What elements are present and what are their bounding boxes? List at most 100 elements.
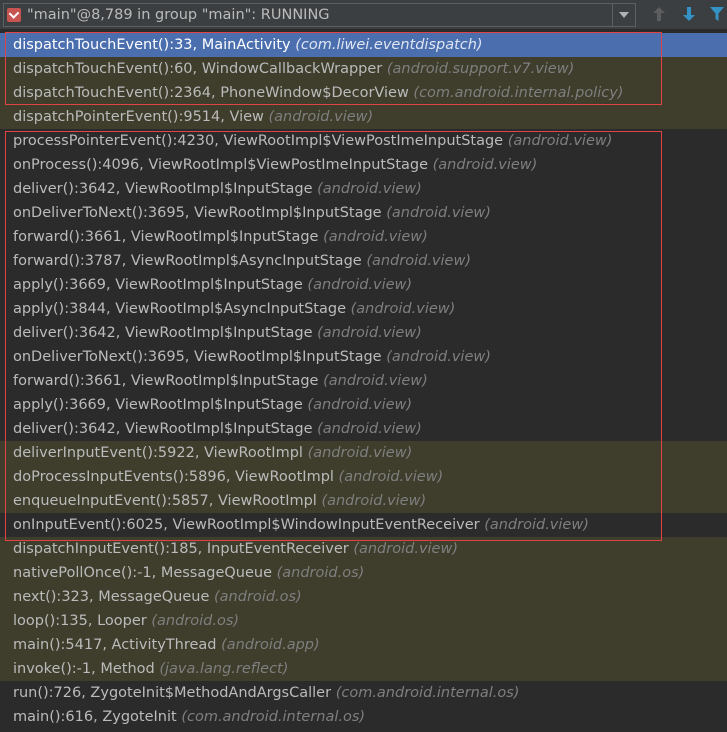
frame-package: (android.view) <box>484 517 589 533</box>
frame-method: deliver():3642, ViewRootImpl$InputStage <box>13 325 313 341</box>
stack-frame-row[interactable]: deliver():3642, ViewRootImpl$InputStage … <box>0 321 727 345</box>
arrow-up-icon <box>653 7 665 21</box>
arrow-down-icon <box>683 7 695 21</box>
frame-package: (android.view) <box>307 277 413 293</box>
filter-icon <box>710 7 724 21</box>
frame-package: (android.view) <box>317 325 422 341</box>
stack-frame-row[interactable]: dispatchInputEvent():185, InputEventRece… <box>0 537 727 561</box>
stack-frame-row[interactable]: dispatchTouchEvent():60, WindowCallbackW… <box>0 57 727 81</box>
stack-frame-row[interactable]: run():726, ZygoteInit$MethodAndArgsCalle… <box>0 681 727 705</box>
frame-package: (android.view) <box>307 445 413 461</box>
frame-method: apply():3669, ViewRootImpl$InputStage <box>13 397 303 413</box>
frame-method: main():5417, ActivityThread <box>13 637 217 653</box>
frame-package: (android.view) <box>317 181 422 197</box>
stack-frame-row[interactable]: apply():3669, ViewRootImpl$InputStage (a… <box>0 393 727 417</box>
stack-frame-row[interactable]: dispatchPointerEvent():9514, View (andro… <box>0 105 727 129</box>
frame-package: (android.app) <box>221 637 320 653</box>
stack-frame-row[interactable]: main():616, ZygoteInit (com.android.inte… <box>0 705 727 729</box>
frame-package: (android.support.v7.view) <box>386 61 575 77</box>
filter-frames-button[interactable] <box>709 6 725 22</box>
stack-frame-row[interactable]: next():323, MessageQueue (android.os) <box>0 585 727 609</box>
frame-method: doProcessInputEvents():5896, ViewRootImp… <box>13 469 334 485</box>
frame-method: onDeliverToNext():3695, ViewRootImpl$Inp… <box>13 205 382 221</box>
next-frame-button[interactable] <box>681 6 697 22</box>
frame-method: forward():3661, ViewRootImpl$InputStage <box>13 229 319 245</box>
frame-method: onInputEvent():6025, ViewRootImpl$Window… <box>13 517 480 533</box>
frame-method: deliver():3642, ViewRootImpl$InputStage <box>13 181 313 197</box>
stack-frame-row[interactable]: nativePollOnce():-1, MessageQueue (andro… <box>0 561 727 585</box>
frame-package: (com.android.internal.os) <box>335 685 520 701</box>
stack-frame-row[interactable]: forward():3661, ViewRootImpl$InputStage … <box>0 225 727 249</box>
stack-frame-row[interactable]: enqueueInputEvent():5857, ViewRootImpl (… <box>0 489 727 513</box>
frame-package: (android.view) <box>350 301 456 317</box>
stack-frame-row[interactable]: deliver():3642, ViewRootImpl$InputStage … <box>0 417 727 441</box>
stack-frame-row[interactable]: dispatchTouchEvent():2364, PhoneWindow$D… <box>0 81 727 105</box>
frames-list: dispatchTouchEvent():33, MainActivity (c… <box>0 33 727 729</box>
frame-package: (android.view) <box>307 397 413 413</box>
frame-method: enqueueInputEvent():5857, ViewRootImpl <box>13 493 317 509</box>
frame-package: (android.os) <box>151 613 240 629</box>
previous-frame-button[interactable] <box>651 6 667 22</box>
frame-package: (com.liwei.eventdispatch) <box>295 37 483 53</box>
frame-method: apply():3669, ViewRootImpl$InputStage <box>13 277 303 293</box>
thread-label: "main"@8,789 in group "main": RUNNING <box>27 7 330 23</box>
thread-selector[interactable]: "main"@8,789 in group "main": RUNNING <box>3 3 636 27</box>
frame-package: (android.view) <box>353 541 458 557</box>
chevron-down-icon <box>619 12 629 18</box>
stack-frame-row[interactable]: forward():3787, ViewRootImpl$AsyncInputS… <box>0 249 727 273</box>
stack-frame-row[interactable]: dispatchTouchEvent():33, MainActivity (c… <box>0 33 727 57</box>
frame-package: (android.view) <box>338 469 444 485</box>
frame-method: main():616, ZygoteInit <box>13 709 177 725</box>
frame-method: dispatchPointerEvent():9514, View <box>13 109 264 125</box>
frame-package: (java.lang.reflect) <box>159 661 289 677</box>
thread-breakpoint-icon <box>7 8 21 22</box>
stack-frame-row[interactable]: onDeliverToNext():3695, ViewRootImpl$Inp… <box>0 201 727 225</box>
frame-method: processPointerEvent():4230, ViewRootImpl… <box>13 133 504 149</box>
debugger-frames-toolbar: "main"@8,789 in group "main": RUNNING <box>0 0 727 30</box>
frame-method: dispatchTouchEvent():2364, PhoneWindow$D… <box>13 85 409 101</box>
frame-method: dispatchInputEvent():185, InputEventRece… <box>13 541 349 557</box>
frame-method: deliver():3642, ViewRootImpl$InputStage <box>13 421 313 437</box>
frame-package: (android.view) <box>317 421 422 437</box>
frame-package: (android.os) <box>214 589 302 605</box>
stack-frame-row[interactable]: onDeliverToNext():3695, ViewRootImpl$Inp… <box>0 345 727 369</box>
frame-package: (android.os) <box>276 565 365 581</box>
frame-package: (android.view) <box>432 157 538 173</box>
stack-frame-row[interactable]: doProcessInputEvents():5896, ViewRootImp… <box>0 465 727 489</box>
frame-method: loop():135, Looper <box>13 613 147 629</box>
frame-package: (android.view) <box>321 493 427 509</box>
stack-frame-row[interactable]: deliverInputEvent():5922, ViewRootImpl (… <box>0 441 727 465</box>
frame-package: (android.view) <box>386 349 491 365</box>
stack-frame-row[interactable]: invoke():-1, Method (java.lang.reflect) <box>0 657 727 681</box>
frame-method: dispatchTouchEvent():60, WindowCallbackW… <box>13 61 383 77</box>
stack-frame-row[interactable]: onInputEvent():6025, ViewRootImpl$Window… <box>0 513 727 537</box>
frame-method: nativePollOnce():-1, MessageQueue <box>13 565 273 581</box>
frame-package: (android.view) <box>323 373 428 389</box>
frame-package: (com.android.internal.os) <box>181 709 366 725</box>
frame-package: (android.view) <box>366 253 471 269</box>
thread-dropdown-button[interactable] <box>612 4 635 26</box>
stack-frame-row[interactable]: loop():135, Looper (android.os) <box>0 609 727 633</box>
frame-package: (android.view) <box>507 133 613 149</box>
frame-method: deliverInputEvent():5922, ViewRootImpl <box>13 445 303 461</box>
stack-frame-row[interactable]: apply():3844, ViewRootImpl$AsyncInputSta… <box>0 297 727 321</box>
stack-frame-row[interactable]: apply():3669, ViewRootImpl$InputStage (a… <box>0 273 727 297</box>
frame-method: dispatchTouchEvent():33, MainActivity <box>13 37 291 53</box>
frame-package: (android.view) <box>386 205 491 221</box>
stack-frame-row[interactable]: deliver():3642, ViewRootImpl$InputStage … <box>0 177 727 201</box>
frame-method: next():323, MessageQueue <box>13 589 210 605</box>
frame-package: (com.android.internal.policy) <box>413 85 624 101</box>
stack-frame-row[interactable]: onProcess():4096, ViewRootImpl$ViewPostI… <box>0 153 727 177</box>
stack-frame-row[interactable]: forward():3661, ViewRootImpl$InputStage … <box>0 369 727 393</box>
frame-package: (android.view) <box>323 229 428 245</box>
frame-method: forward():3787, ViewRootImpl$AsyncInputS… <box>13 253 362 269</box>
frame-method: onProcess():4096, ViewRootImpl$ViewPostI… <box>13 157 429 173</box>
frame-package: (android.view) <box>268 109 374 125</box>
frame-method: forward():3661, ViewRootImpl$InputStage <box>13 373 319 389</box>
stack-frame-row[interactable]: processPointerEvent():4230, ViewRootImpl… <box>0 129 727 153</box>
frame-method: run():726, ZygoteInit$MethodAndArgsCalle… <box>13 685 332 701</box>
stack-frame-row[interactable]: main():5417, ActivityThread (android.app… <box>0 633 727 657</box>
frame-method: invoke():-1, Method <box>13 661 155 677</box>
frame-method: onDeliverToNext():3695, ViewRootImpl$Inp… <box>13 349 382 365</box>
frame-method: apply():3844, ViewRootImpl$AsyncInputSta… <box>13 301 347 317</box>
